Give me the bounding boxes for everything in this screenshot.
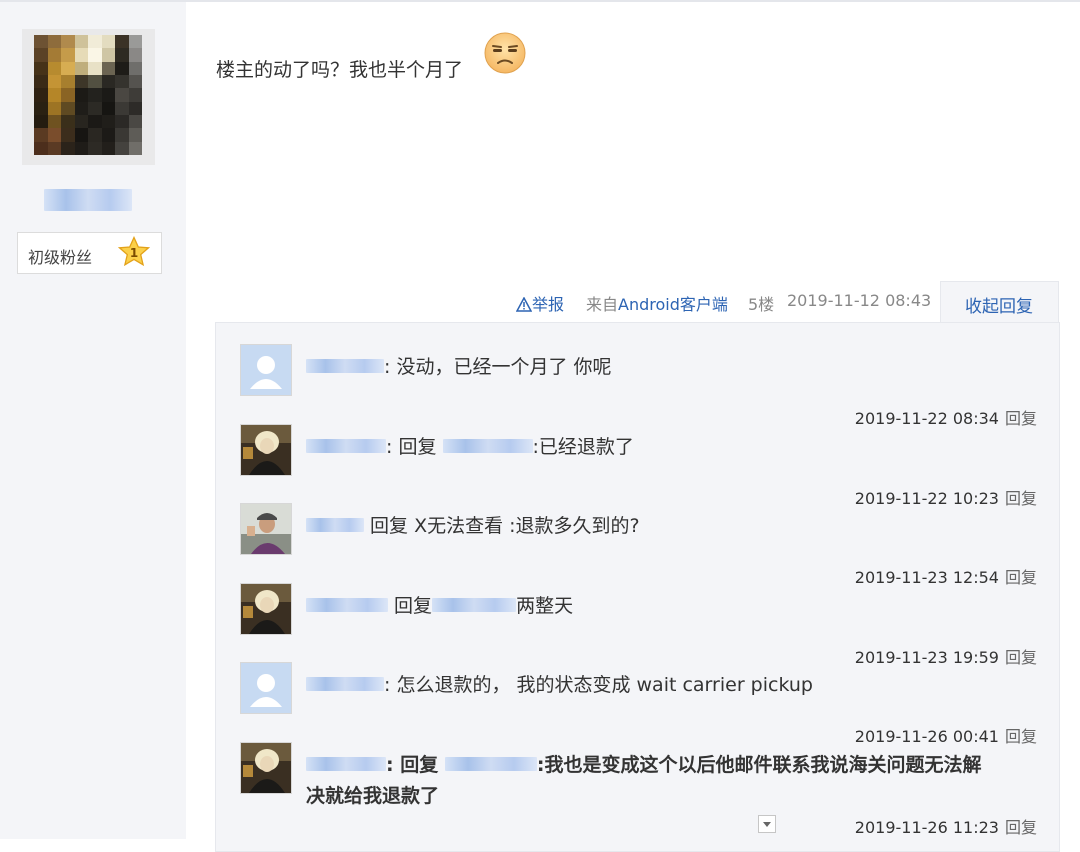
- target-username-blurred[interactable]: [432, 598, 517, 612]
- reply-time: 2019-11-23 19:59: [854, 648, 999, 667]
- blonde-character-avatar[interactable]: [240, 424, 292, 476]
- expand-more-button[interactable]: [758, 815, 776, 833]
- report-label: 举报: [532, 295, 565, 314]
- reply-time: 2019-11-22 08:34: [854, 409, 999, 428]
- reply-footer: 2019-11-22 10:23 回复: [855, 485, 1037, 509]
- reply-button[interactable]: 回复: [1005, 489, 1037, 508]
- reply-prefix: 回复 X无法查看: [370, 515, 504, 537]
- author-sidebar: 初级粉丝 1: [0, 2, 186, 839]
- post-content: 楼主的动了吗？我也半个月了: [216, 59, 464, 81]
- target-username-blurred[interactable]: [444, 757, 537, 771]
- man-photo-avatar[interactable]: [240, 503, 292, 555]
- reply-footer: 2019-11-26 00:41 回复: [855, 723, 1037, 747]
- reply-footer: 2019-11-26 11:23 回复: [855, 814, 1037, 838]
- android-client-link[interactable]: Android客户端: [618, 295, 728, 314]
- reply-footer: 2019-11-23 19:59 回复: [855, 644, 1037, 668]
- reply-prefix: 回复: [394, 595, 433, 617]
- username-blurred[interactable]: [306, 677, 384, 691]
- username-blurred[interactable]: [306, 439, 386, 453]
- blonde-character-avatar[interactable]: [240, 583, 292, 635]
- fan-level-badge[interactable]: 初级粉丝 1: [17, 232, 162, 274]
- reply-text-line: : 没动，已经一个月了 你呢: [306, 352, 611, 379]
- fan-level-label: 初级粉丝: [28, 248, 93, 267]
- default-user-icon[interactable]: [240, 662, 292, 714]
- reply-list: : 没动，已经一个月了 你呢 2019-11-22 08:34 回复 : 回复 :…: [215, 322, 1060, 852]
- username-blurred[interactable]: [306, 518, 364, 532]
- level-number: 1: [130, 246, 138, 260]
- reply-button[interactable]: 回复: [1005, 818, 1037, 837]
- target-username-blurred[interactable]: [442, 439, 533, 453]
- author-avatar[interactable]: [22, 29, 155, 165]
- reply-time: 2019-11-26 11:23: [854, 818, 999, 837]
- username-blurred[interactable]: [306, 598, 388, 612]
- reply-text-line: : 回复 :已经退款了: [306, 432, 634, 459]
- reply-content: : 没动，已经一个月了 你呢: [384, 356, 612, 378]
- username-blurred[interactable]: [306, 757, 386, 771]
- reply-footer: 2019-11-23 12:54 回复: [855, 564, 1037, 588]
- star-level-icon: 1: [118, 236, 150, 267]
- reply-time: 2019-11-22 10:23: [854, 489, 999, 508]
- collapse-replies-label: 收起回复: [965, 297, 1033, 317]
- unamused-face-icon: [484, 32, 526, 74]
- reply-text-line: 回复 两整天: [306, 591, 573, 618]
- username-blurred[interactable]: [306, 359, 384, 373]
- reply-text-line: : 怎么退款的， 我的状态变成 wait carrier pickup: [306, 670, 813, 697]
- report-link[interactable]: 举报: [515, 291, 565, 315]
- blonde-character-avatar[interactable]: [240, 742, 292, 794]
- default-user-icon[interactable]: [240, 344, 292, 396]
- reply-prefix: : 回复: [386, 436, 437, 458]
- post-time: 2019-11-12 08:43: [787, 291, 932, 310]
- reply-button[interactable]: 回复: [1005, 409, 1037, 428]
- reply-content: :已经退款了: [532, 436, 634, 458]
- collapse-replies-tab[interactable]: 收起回复: [940, 281, 1059, 324]
- source-prefix: 来自: [586, 295, 619, 314]
- reply-content: :我也是变成这个以后他邮件联系我说海关问题无法解: [536, 754, 982, 776]
- reply-button[interactable]: 回复: [1005, 727, 1037, 746]
- reply-time: 2019-11-26 00:41: [854, 727, 999, 746]
- reply-content: 两整天: [516, 595, 574, 617]
- warning-icon: [515, 296, 533, 312]
- reply-prefix: : 回复: [386, 754, 439, 776]
- reply-time: 2019-11-23 12:54: [854, 568, 999, 587]
- reply-text-line: : 回复 :我也是变成这个以后他邮件联系我说海关问题无法解: [306, 750, 981, 777]
- caret-down-icon: [763, 822, 771, 827]
- reply-text-line-continued: 决就给我退款了: [306, 785, 440, 807]
- reply-footer: 2019-11-22 08:34 回复: [855, 405, 1037, 429]
- reply-text-line: 回复 X无法查看 :退款多久到的?: [306, 511, 640, 538]
- post-source: 来自Android客户端: [586, 291, 728, 315]
- floor-number: 5楼: [748, 295, 775, 314]
- reply-content: : 怎么退款的， 我的状态变成 wait carrier pickup: [384, 674, 813, 696]
- reply-button[interactable]: 回复: [1005, 568, 1037, 587]
- reply-button[interactable]: 回复: [1005, 648, 1037, 667]
- author-username-blurred[interactable]: [44, 189, 132, 211]
- pixelated-avatar-image: [34, 35, 142, 155]
- reply-content: :退款多久到的?: [509, 515, 640, 537]
